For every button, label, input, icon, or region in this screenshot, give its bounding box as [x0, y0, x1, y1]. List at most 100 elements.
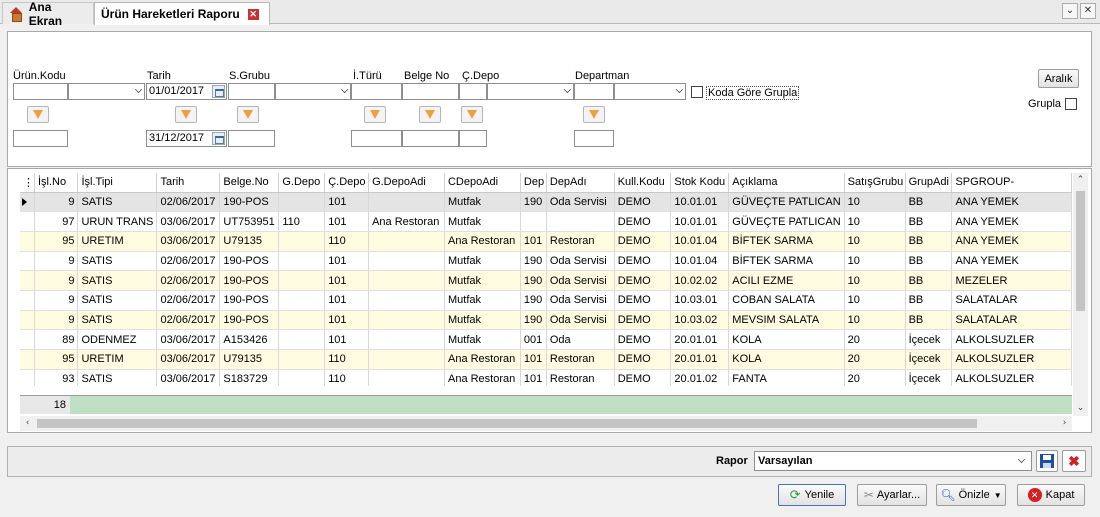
table-cell[interactable]: 02/06/2017 [156, 290, 221, 311]
table-cell[interactable]: Oda Servisi [546, 310, 615, 331]
table-cell[interactable]: 10 [844, 290, 906, 311]
urun-kodu-combo[interactable] [68, 83, 145, 100]
s-grubu-input[interactable] [228, 83, 275, 100]
departman-input[interactable] [574, 83, 614, 100]
table-cell[interactable]: Oda Servisi [546, 290, 615, 311]
table-cell[interactable]: DEMO [614, 310, 672, 331]
table-cell[interactable]: 89 [34, 329, 79, 350]
table-cell[interactable]: 03/06/2017 [156, 211, 221, 232]
table-cell[interactable]: 97 [34, 211, 79, 232]
table-cell[interactable]: 02/06/2017 [156, 192, 221, 213]
row-indicator[interactable] [20, 349, 35, 370]
table-cell[interactable]: 10.01.01 [670, 192, 730, 213]
table-cell[interactable] [278, 231, 326, 252]
table-cell[interactable]: 190-POS [219, 192, 280, 213]
column-header[interactable]: G.DepoAdi [368, 173, 445, 193]
table-cell[interactable]: İçecek [905, 369, 953, 386]
table-cell[interactable]: Mutfak [444, 192, 521, 213]
table-cell[interactable]: 110 [324, 349, 370, 370]
table-cell[interactable]: S183729 [219, 369, 280, 386]
range-button[interactable]: Aralık [1038, 69, 1079, 88]
table-cell[interactable] [368, 251, 445, 272]
table-cell[interactable]: Mutfak [444, 329, 521, 350]
urun-kodu-range-button[interactable] [27, 106, 49, 123]
table-cell[interactable]: UT753951 [219, 211, 280, 232]
table-cell[interactable]: 10.01.04 [670, 251, 730, 272]
table-cell[interactable]: ALKOLSUZLER [951, 369, 1072, 386]
table-cell[interactable] [368, 270, 445, 291]
table-cell[interactable] [278, 192, 326, 213]
table-cell[interactable]: 20.01.01 [670, 349, 730, 370]
table-cell[interactable]: 95 [34, 349, 79, 370]
table-cell[interactable]: A153426 [219, 329, 280, 350]
departman-end-input[interactable] [574, 130, 614, 147]
table-cell[interactable]: 10.03.01 [670, 290, 730, 311]
table-cell[interactable]: DEMO [614, 369, 672, 386]
row-indicator[interactable] [20, 192, 35, 213]
table-cell[interactable]: SATIS [77, 290, 158, 311]
koda-gore-grupla-checkbox[interactable] [691, 86, 703, 98]
table-cell[interactable]: FANTA [728, 369, 845, 386]
column-selector-icon[interactable]: ⋮ [20, 173, 35, 193]
table-cell[interactable]: 110 [324, 369, 370, 386]
s-grubu-end-input[interactable] [228, 130, 275, 147]
table-cell[interactable]: 101 [520, 369, 547, 386]
data-grid[interactable]: ⋮ İşl.No İşl.Tipi Tarih Belge.No G.Depo Ç.Dep… [20, 173, 1072, 386]
table-cell[interactable]: MEVSIM SALATA [728, 310, 845, 331]
table-cell[interactable]: 001 [520, 329, 547, 350]
calendar-icon[interactable] [212, 132, 225, 145]
table-cell[interactable]: Mutfak [444, 310, 521, 331]
table-row[interactable]: 93 SATIS 03/06/2017 S183729 110 Ana Restoran 1… [20, 369, 1072, 386]
scroll-left-icon[interactable]: ‹ [20, 416, 35, 431]
column-header[interactable]: Belge.No [219, 173, 280, 193]
table-cell[interactable]: 02/06/2017 [156, 270, 221, 291]
table-cell[interactable]: SATIS [77, 251, 158, 272]
table-cell[interactable]: Oda Servisi [546, 270, 615, 291]
column-header[interactable]: İşl.Tipi [77, 173, 158, 193]
table-cell[interactable]: DEMO [614, 329, 672, 350]
table-cell[interactable]: Mutfak [444, 211, 521, 232]
tab-ana-ekran[interactable]: Ana Ekran [2, 0, 94, 28]
table-cell[interactable]: KOLA [728, 349, 845, 370]
table-cell[interactable] [368, 192, 445, 213]
table-cell[interactable]: 190 [520, 290, 547, 311]
table-cell[interactable]: 10.03.02 [670, 310, 730, 331]
table-cell[interactable]: BB [905, 270, 953, 291]
table-cell[interactable]: DEMO [614, 251, 672, 272]
close-button[interactable]: ✕ Kapat [1017, 484, 1085, 506]
table-cell[interactable]: BB [905, 211, 953, 232]
table-cell[interactable]: 02/06/2017 [156, 251, 221, 272]
vertical-scroll-thumb[interactable] [1076, 191, 1085, 311]
table-cell[interactable]: 101 [324, 310, 370, 331]
table-row[interactable]: 97 URUN TRANS 03/06/2017 UT753951 110 101 Ana … [20, 211, 1072, 232]
row-indicator[interactable] [20, 231, 35, 252]
column-header[interactable]: Kull.Kodu [614, 173, 672, 193]
table-cell[interactable]: 101 [324, 211, 370, 232]
table-cell[interactable]: ODENMEZ [77, 329, 158, 350]
column-header[interactable]: Stok Kodu [670, 173, 730, 193]
calendar-icon[interactable] [212, 85, 225, 98]
table-cell[interactable]: Mutfak [444, 270, 521, 291]
table-cell[interactable]: 101 [520, 231, 547, 252]
table-cell[interactable]: BİFTEK SARMA [728, 251, 845, 272]
table-cell[interactable] [278, 329, 326, 350]
column-header[interactable]: Dep [520, 173, 547, 193]
table-cell[interactable]: DEMO [614, 192, 672, 213]
date-end-field[interactable]: 31/12/2017 [146, 130, 227, 147]
table-cell[interactable]: URETIM [77, 231, 158, 252]
table-cell[interactable]: 03/06/2017 [156, 231, 221, 252]
scroll-right-icon[interactable]: › [1057, 416, 1072, 431]
table-cell[interactable]: ANA YEMEK [951, 211, 1072, 232]
table-cell[interactable]: 190-POS [219, 290, 280, 311]
urun-kodu-end-input[interactable] [13, 130, 68, 147]
table-cell[interactable]: BB [905, 290, 953, 311]
table-cell[interactable]: 10.02.02 [670, 270, 730, 291]
close-icon[interactable]: ✕ [247, 8, 259, 20]
table-cell[interactable]: 10 [844, 310, 906, 331]
s-grubu-combo[interactable] [275, 83, 351, 100]
table-cell[interactable]: KOLA [728, 329, 845, 350]
table-row[interactable]: 95 URETIM 03/06/2017 U79135 110 Ana Restoran 1… [20, 349, 1072, 370]
table-cell[interactable]: Ana Restoran [444, 231, 521, 252]
table-cell[interactable]: 95 [34, 231, 79, 252]
table-cell[interactable]: 101 [324, 192, 370, 213]
